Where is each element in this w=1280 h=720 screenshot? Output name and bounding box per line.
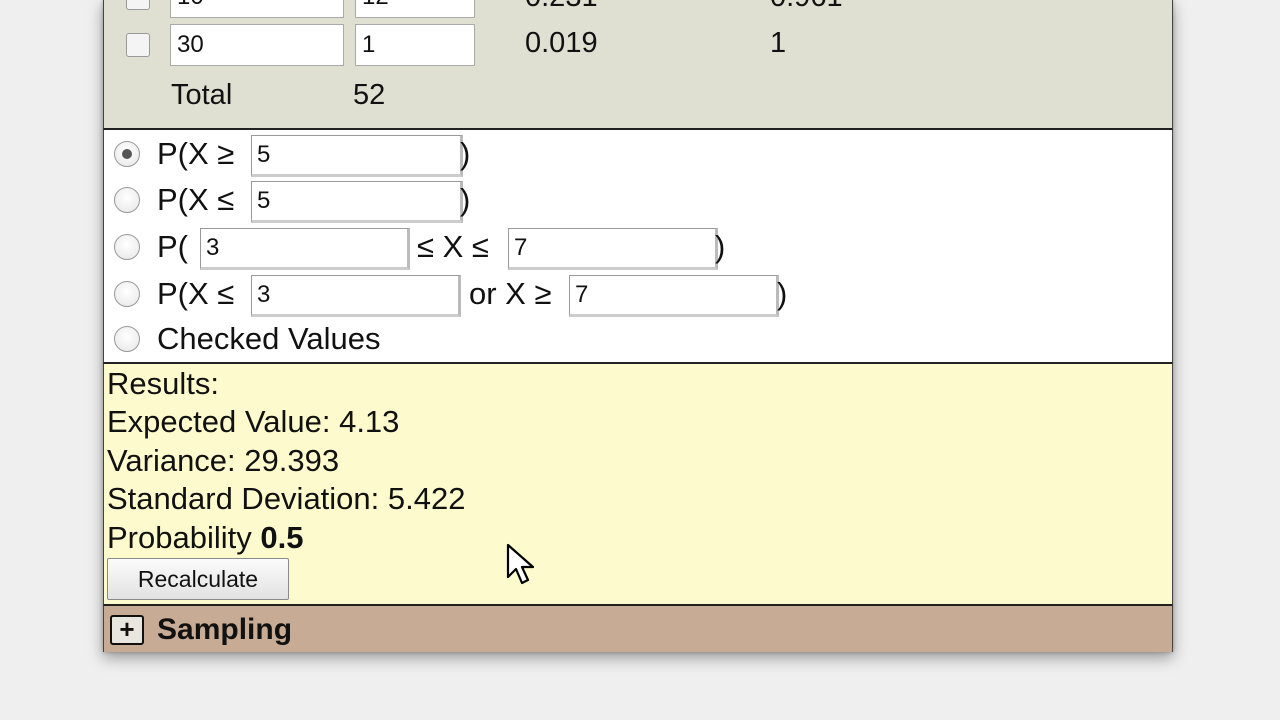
total-label: Total (171, 79, 233, 111)
sampling-section-header[interactable]: + Sampling (103, 606, 1173, 652)
option-suffix: ) (460, 136, 471, 171)
expand-plus-icon[interactable]: + (110, 615, 144, 645)
standard-deviation-line: Standard Deviation: 5.422 (107, 480, 465, 518)
option-prefix: P(X ≤ (157, 182, 235, 217)
count-input[interactable] (355, 24, 475, 66)
option-prefix: P(X ≤ (157, 276, 235, 311)
checked-values-label: Checked Values (157, 321, 381, 356)
radio-checked-values[interactable] (114, 326, 140, 352)
probability-label: Probability (107, 520, 261, 555)
results-heading: Results: (107, 366, 219, 401)
variance-value: 29.393 (244, 443, 340, 478)
distribution-calculator-panel: 0.231 0.961 0.019 1 Total 52 P(X ≥ ) P(X… (103, 0, 1173, 652)
option-outside: P(X ≤ or X ≥ ) (104, 273, 1172, 319)
total-value: 52 (353, 79, 386, 111)
between-low-input[interactable] (200, 228, 410, 270)
row-checkbox[interactable] (126, 0, 150, 10)
mouse-cursor-icon (506, 543, 535, 585)
greater-equal-input[interactable] (251, 135, 463, 177)
less-equal-input[interactable] (251, 181, 463, 223)
value-input[interactable] (170, 24, 344, 66)
option-prefix: P( (157, 229, 188, 264)
option-suffix: ) (460, 182, 471, 217)
value-input[interactable] (170, 0, 344, 18)
row-checkbox[interactable] (126, 33, 150, 57)
radio-greater-equal[interactable] (114, 141, 140, 167)
option-checked-values: Checked Values (104, 318, 1172, 364)
total-row: Total 52 (104, 74, 1172, 120)
radio-between[interactable] (114, 234, 140, 260)
table-row: 0.231 0.961 (104, 0, 1172, 20)
probability-options: P(X ≥ ) P(X ≤ ) P( ≤ X ≤ ) P(X ≤ or X ≥ … (103, 130, 1173, 364)
probability-line: Probability 0.5 (107, 519, 303, 557)
results-panel: Results: Expected Value: 4.13 Variance: … (103, 364, 1173, 606)
radio-less-equal[interactable] (114, 187, 140, 213)
option-prefix: P(X ≥ (157, 136, 235, 171)
variance-line: Variance: 29.393 (107, 442, 339, 480)
option-middle: ≤ X ≤ (417, 229, 489, 264)
probability-value: 0.5 (260, 520, 304, 555)
recalculate-button[interactable]: Recalculate (107, 558, 289, 600)
probability-cell: 0.231 (525, 0, 598, 18)
sampling-title: Sampling (157, 613, 293, 646)
variance-label: Variance: (107, 443, 245, 478)
expected-value-label: Expected Value: (107, 404, 340, 439)
option-suffix: ) (715, 229, 726, 264)
probability-cell: 0.019 (525, 27, 598, 59)
expected-value-line: Expected Value: 4.13 (107, 403, 399, 441)
outside-high-input[interactable] (569, 275, 779, 317)
count-input[interactable] (355, 0, 475, 18)
option-less-equal: P(X ≤ ) (104, 179, 1172, 225)
standard-deviation-value: 5.422 (387, 481, 466, 516)
radio-outside[interactable] (114, 281, 140, 307)
frequency-cell: 0.961 (770, 0, 843, 18)
option-greater-equal: P(X ≥ ) (104, 133, 1172, 179)
distribution-table: 0.231 0.961 0.019 1 Total 52 (103, 0, 1173, 130)
option-between: P( ≤ X ≤ ) (104, 226, 1172, 272)
frequency-cell: 1 (770, 27, 787, 59)
expected-value: 4.13 (339, 404, 400, 439)
table-row: 0.019 1 (104, 22, 1172, 68)
between-high-input[interactable] (508, 228, 718, 270)
option-middle: or X ≥ (469, 276, 552, 311)
standard-deviation-label: Standard Deviation: (107, 481, 388, 516)
outside-low-input[interactable] (251, 275, 461, 317)
option-suffix: ) (777, 276, 788, 311)
